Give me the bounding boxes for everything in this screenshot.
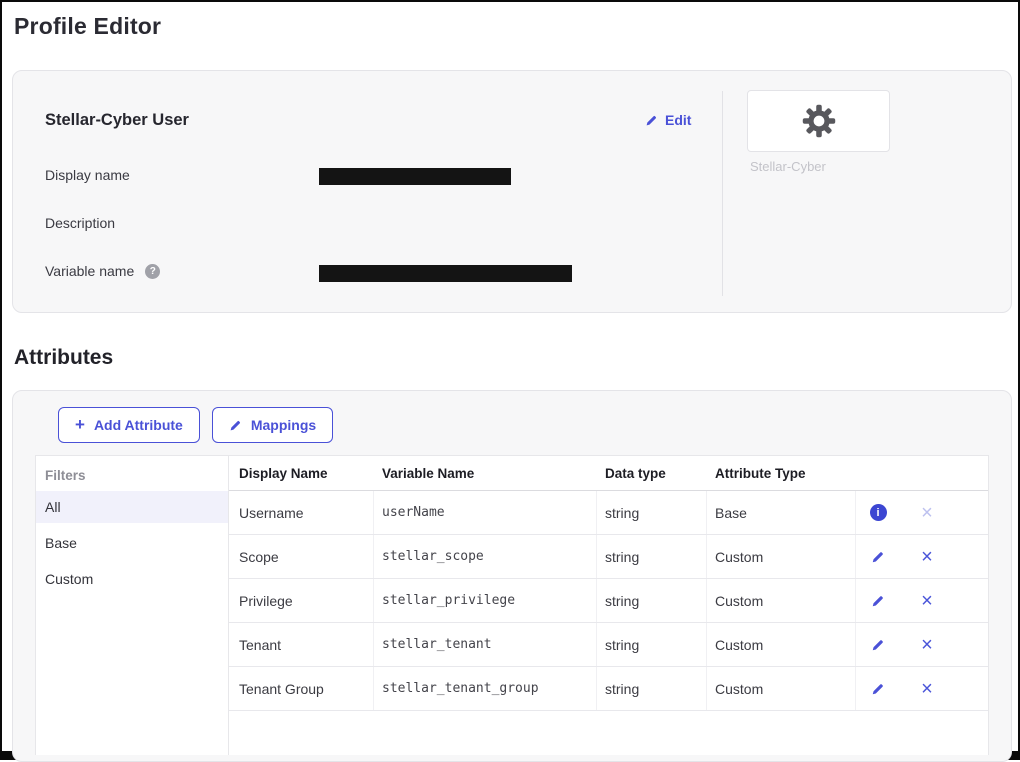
filter-item-base[interactable]: Base bbox=[36, 527, 228, 559]
cell-actions: × bbox=[856, 579, 988, 622]
delete-icon-disabled: × bbox=[918, 503, 936, 523]
cell-data-type: string bbox=[597, 579, 707, 622]
table-row-scope: Scope stellar_scope string Custom × bbox=[229, 535, 988, 579]
cell-actions: × bbox=[856, 623, 988, 666]
edit-icon[interactable] bbox=[869, 594, 887, 608]
cell-variable-name: stellar_tenant_group bbox=[374, 667, 597, 710]
cell-actions: × bbox=[856, 667, 988, 710]
edit-icon[interactable] bbox=[869, 638, 887, 652]
plus-icon: + bbox=[75, 416, 85, 433]
add-attribute-label: Add Attribute bbox=[94, 417, 183, 433]
cell-display-name: Scope bbox=[229, 535, 374, 578]
column-header-data-type: Data type bbox=[597, 456, 707, 490]
attributes-toolbar: + Add Attribute Mappings bbox=[58, 407, 333, 443]
gear-icon bbox=[800, 102, 838, 140]
pencil-icon bbox=[645, 114, 658, 127]
mappings-label: Mappings bbox=[251, 417, 316, 433]
edit-label: Edit bbox=[665, 112, 691, 128]
cell-attribute-type: Custom bbox=[707, 535, 856, 578]
column-header-variable-name: Variable Name bbox=[374, 456, 597, 490]
cell-data-type: string bbox=[597, 491, 707, 534]
cell-variable-name: stellar_tenant bbox=[374, 623, 597, 666]
variable-name-label: Variable name bbox=[45, 263, 134, 279]
cell-actions: i × bbox=[856, 491, 988, 534]
table-row-tenant-group: Tenant Group stellar_tenant_group string… bbox=[229, 667, 988, 711]
table-row-tenant: Tenant stellar_tenant string Custom × bbox=[229, 623, 988, 667]
cell-data-type: string bbox=[597, 535, 707, 578]
attributes-content: Filters All Base Custom Display Name Var… bbox=[35, 455, 989, 755]
delete-icon[interactable]: × bbox=[918, 635, 936, 655]
edit-icon[interactable] bbox=[869, 550, 887, 564]
cell-data-type: string bbox=[597, 667, 707, 710]
cell-attribute-type: Base bbox=[707, 491, 856, 534]
cell-data-type: string bbox=[597, 623, 707, 666]
variable-name-field: Variable name ? bbox=[45, 263, 160, 279]
cell-display-name: Privilege bbox=[229, 579, 374, 622]
delete-icon[interactable]: × bbox=[918, 679, 936, 699]
cell-attribute-type: Custom bbox=[707, 579, 856, 622]
cell-display-name: Username bbox=[229, 491, 374, 534]
table-row-privilege: Privilege stellar_privilege string Custo… bbox=[229, 579, 988, 623]
attributes-table: Display Name Variable Name Data type Att… bbox=[229, 456, 988, 755]
pencil-icon bbox=[229, 419, 242, 432]
delete-icon[interactable]: × bbox=[918, 591, 936, 611]
edit-icon[interactable] bbox=[869, 682, 887, 696]
cell-variable-name: userName bbox=[374, 491, 597, 534]
profile-summary-panel: Stellar-Cyber User Edit Display name Des… bbox=[12, 70, 1012, 313]
vertical-divider bbox=[722, 91, 723, 296]
pencil-icon bbox=[871, 594, 885, 608]
table-row-username: Username userName string Base i × bbox=[229, 491, 988, 535]
help-icon[interactable]: ? bbox=[145, 264, 160, 279]
app-logo-card bbox=[747, 90, 890, 152]
pencil-icon bbox=[871, 550, 885, 564]
table-header-row: Display Name Variable Name Data type Att… bbox=[229, 456, 988, 491]
delete-icon[interactable]: × bbox=[918, 547, 936, 567]
filters-sidebar: Filters All Base Custom bbox=[36, 456, 229, 755]
cell-display-name: Tenant Group bbox=[229, 667, 374, 710]
table-row-partial bbox=[229, 711, 988, 755]
column-header-actions bbox=[856, 456, 988, 490]
cell-display-name: Tenant bbox=[229, 623, 374, 666]
cell-variable-name: stellar_privilege bbox=[374, 579, 597, 622]
cell-actions: × bbox=[856, 535, 988, 578]
filters-label: Filters bbox=[36, 464, 228, 487]
display-name-label: Display name bbox=[45, 167, 130, 183]
attributes-heading: Attributes bbox=[14, 346, 113, 370]
app-caption: Stellar-Cyber bbox=[750, 159, 826, 174]
profile-title: Stellar-Cyber User bbox=[45, 111, 189, 130]
pencil-icon bbox=[871, 682, 885, 696]
display-name-value-redacted bbox=[319, 168, 511, 185]
variable-name-value-redacted bbox=[319, 265, 572, 282]
page-title: Profile Editor bbox=[14, 13, 161, 40]
pencil-icon bbox=[871, 638, 885, 652]
cell-attribute-type: Custom bbox=[707, 667, 856, 710]
profile-edit-button[interactable]: Edit bbox=[645, 112, 691, 128]
filter-item-custom[interactable]: Custom bbox=[36, 563, 228, 595]
mappings-button[interactable]: Mappings bbox=[212, 407, 333, 443]
filter-item-all[interactable]: All bbox=[36, 491, 228, 523]
info-icon[interactable]: i bbox=[869, 504, 887, 521]
column-header-display-name: Display Name bbox=[229, 456, 374, 490]
add-attribute-button[interactable]: + Add Attribute bbox=[58, 407, 200, 443]
column-header-attribute-type: Attribute Type bbox=[707, 456, 856, 490]
cell-variable-name: stellar_scope bbox=[374, 535, 597, 578]
description-label: Description bbox=[45, 215, 115, 231]
cell-attribute-type: Custom bbox=[707, 623, 856, 666]
attributes-panel: + Add Attribute Mappings Filters All Bas… bbox=[12, 390, 1012, 762]
